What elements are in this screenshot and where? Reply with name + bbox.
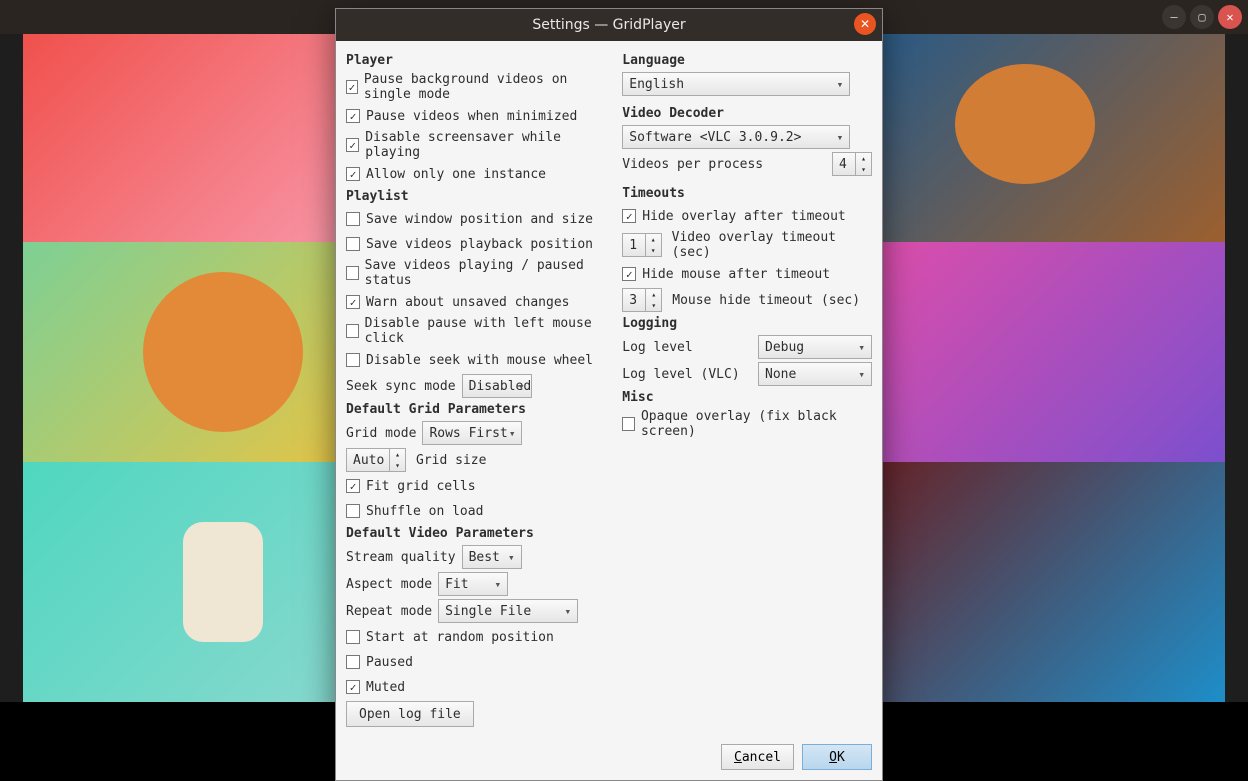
paused-checkbox[interactable] [346, 655, 360, 669]
playlist-heading: Playlist [346, 189, 608, 204]
decoder-heading: Video Decoder [622, 106, 872, 121]
logging-heading: Logging [622, 316, 872, 331]
disable-pause-click-checkbox[interactable] [346, 324, 359, 338]
log-level-vlc-select[interactable]: None [758, 362, 872, 386]
save-window-checkbox[interactable] [346, 212, 360, 226]
paused-label: Paused [366, 655, 413, 670]
fit-grid-checkbox[interactable] [346, 479, 360, 493]
videos-per-process-spin[interactable]: 4▴▾ [832, 152, 872, 176]
disable-pause-click-label: Disable pause with left mouse click [365, 316, 609, 346]
seek-sync-label: Seek sync mode [346, 379, 456, 394]
spin-down-icon: ▾ [646, 245, 661, 256]
start-random-label: Start at random position [366, 630, 554, 645]
videos-per-process-label: Videos per process [622, 157, 763, 172]
disable-seek-wheel-label: Disable seek with mouse wheel [366, 353, 593, 368]
spin-up-icon: ▴ [390, 449, 405, 460]
allow-one-instance-label: Allow only one instance [366, 167, 546, 182]
hide-overlay-checkbox[interactable] [622, 209, 636, 223]
mouse-hide-timeout-label: Mouse hide timeout (sec) [672, 293, 860, 308]
disable-screensaver-checkbox[interactable] [346, 138, 359, 152]
allow-one-instance-checkbox[interactable] [346, 167, 360, 181]
save-status-label: Save videos playing / paused status [365, 258, 609, 288]
dialog-title: Settings — GridPlayer [532, 17, 685, 33]
grid-size-label: Grid size [416, 453, 486, 468]
video-cell[interactable] [824, 34, 1225, 242]
spin-up-icon: ▴ [646, 234, 661, 245]
stream-quality-select[interactable]: Best [462, 545, 522, 569]
seek-sync-select[interactable]: Disabled [462, 374, 532, 398]
spin-up-icon: ▴ [856, 153, 871, 164]
warn-unsaved-checkbox[interactable] [346, 295, 360, 309]
close-app-button[interactable]: ✕ [1218, 5, 1242, 29]
pause-minimized-checkbox[interactable] [346, 109, 360, 123]
grid-mode-select[interactable]: Rows First [422, 421, 522, 445]
stream-quality-label: Stream quality [346, 550, 456, 565]
aspect-mode-label: Aspect mode [346, 577, 432, 592]
spin-down-icon: ▾ [646, 300, 661, 311]
repeat-mode-select[interactable]: Single File [438, 599, 578, 623]
video-params-heading: Default Video Parameters [346, 526, 608, 541]
opaque-overlay-label: Opaque overlay (fix black screen) [641, 409, 872, 439]
repeat-mode-label: Repeat mode [346, 604, 432, 619]
grid-params-heading: Default Grid Parameters [346, 402, 608, 417]
misc-heading: Misc [622, 390, 872, 405]
timeouts-heading: Timeouts [622, 186, 872, 201]
start-random-checkbox[interactable] [346, 630, 360, 644]
spin-down-icon: ▾ [390, 460, 405, 471]
pause-minimized-label: Pause videos when minimized [366, 109, 577, 124]
disable-screensaver-label: Disable screensaver while playing [365, 130, 608, 160]
opaque-overlay-checkbox[interactable] [622, 417, 635, 431]
settings-dialog: Settings — GridPlayer ✕ Player Pause bac… [335, 8, 883, 781]
log-level-vlc-label: Log level (VLC) [622, 367, 739, 382]
hide-mouse-label: Hide mouse after timeout [642, 267, 830, 282]
hide-mouse-checkbox[interactable] [622, 267, 636, 281]
shuffle-checkbox[interactable] [346, 504, 360, 518]
save-status-checkbox[interactable] [346, 266, 359, 280]
decoder-select[interactable]: Software <VLC 3.0.9.2> [622, 125, 850, 149]
cancel-button[interactable]: Cancel [721, 744, 794, 770]
shuffle-label: Shuffle on load [366, 504, 483, 519]
language-heading: Language [622, 53, 872, 68]
pause-bg-label: Pause background videos on single mode [364, 72, 608, 102]
dialog-footer: Cancel OK [336, 738, 882, 780]
video-cell[interactable] [824, 242, 1225, 462]
close-dialog-button[interactable]: ✕ [854, 13, 876, 35]
video-overlay-timeout-label: Video overlay timeout (sec) [672, 230, 872, 260]
log-level-label: Log level [622, 340, 692, 355]
muted-checkbox[interactable] [346, 680, 360, 694]
aspect-mode-select[interactable]: Fit [438, 572, 508, 596]
spin-up-icon: ▴ [646, 289, 661, 300]
grid-size-spin[interactable]: Auto▴▾ [346, 448, 406, 472]
mouse-hide-timeout-spin[interactable]: 3▴▾ [622, 288, 662, 312]
player-heading: Player [346, 53, 608, 68]
language-select[interactable]: English [622, 72, 850, 96]
save-playback-checkbox[interactable] [346, 237, 360, 251]
ok-button[interactable]: OK [802, 744, 872, 770]
grid-mode-label: Grid mode [346, 426, 416, 441]
dialog-titlebar: Settings — GridPlayer ✕ [336, 9, 882, 41]
open-log-file-button[interactable]: Open log file [346, 701, 474, 727]
save-window-label: Save window position and size [366, 212, 593, 227]
maximize-button[interactable]: ▢ [1190, 5, 1214, 29]
hide-overlay-label: Hide overlay after timeout [642, 209, 846, 224]
log-level-select[interactable]: Debug [758, 335, 872, 359]
video-cell[interactable] [824, 462, 1225, 702]
minimize-button[interactable]: ‒ [1162, 5, 1186, 29]
spin-down-icon: ▾ [856, 164, 871, 175]
disable-seek-wheel-checkbox[interactable] [346, 353, 360, 367]
pause-bg-checkbox[interactable] [346, 80, 358, 94]
save-playback-label: Save videos playback position [366, 237, 593, 252]
muted-label: Muted [366, 680, 405, 695]
fit-grid-label: Fit grid cells [366, 479, 476, 494]
warn-unsaved-label: Warn about unsaved changes [366, 295, 570, 310]
video-overlay-timeout-spin[interactable]: 1▴▾ [622, 233, 661, 257]
